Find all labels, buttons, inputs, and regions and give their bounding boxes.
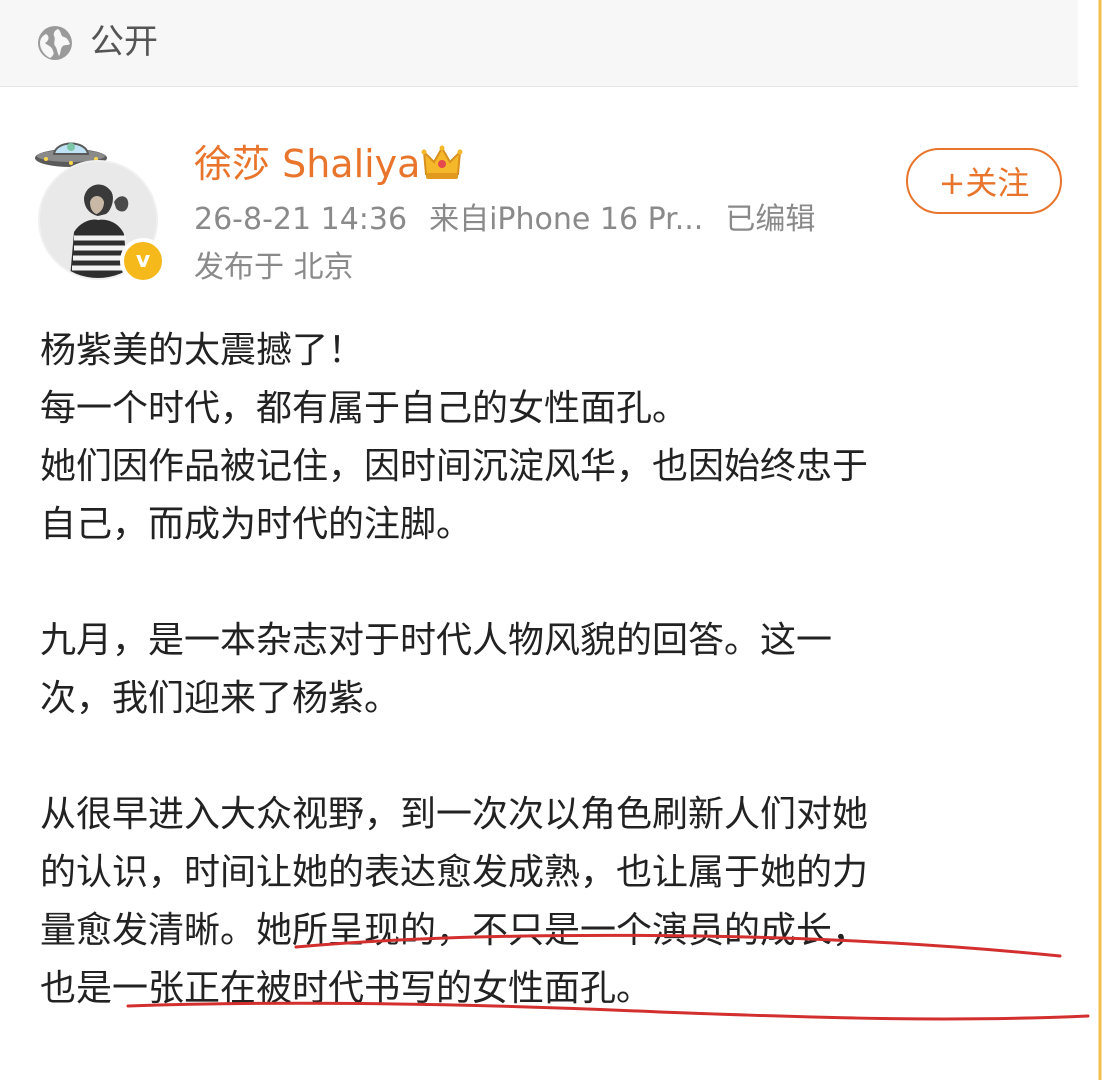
post-line: 从很早进入大众视野，到一次次以角色刷新人们对她	[40, 794, 869, 835]
post-meta: 26-8-21 14:36 来自iPhone 16 Pr... 已编辑	[194, 198, 837, 242]
post-line: 的认识，时间让她的表达愈发成熟，也让属于她的力	[40, 852, 869, 893]
post-line: 她们因作品被记住，因时间沉淀风华，也因始终忠于	[40, 446, 869, 487]
privacy-label: 公开	[90, 22, 158, 62]
globe-icon	[38, 26, 72, 60]
username[interactable]: 徐莎 Shaliya	[194, 136, 420, 192]
post-body: 杨紫美的太震撼了！ 每一个时代，都有属于自己的女性面孔。 她们因作品被记住，因时…	[40, 322, 1070, 1018]
crown-icon[interactable]	[420, 140, 464, 184]
post-source[interactable]: 来自iPhone 16 Pr...	[429, 202, 703, 237]
avatar-group[interactable]: v	[35, 132, 166, 342]
post-location: 发布于 北京	[194, 250, 354, 285]
post-line: 每一个时代，都有属于自己的女性面孔。	[40, 388, 689, 429]
post-line: 自己，而成为时代的注脚。	[40, 504, 473, 545]
edited-label[interactable]: 已编辑	[725, 202, 815, 237]
post-time: 26-8-21 14:36	[194, 202, 408, 237]
privacy-bar[interactable]: 公开	[0, 0, 1104, 87]
post-line: 量愈发清晰。她所呈现的，不只是一个演员的成长，	[40, 910, 869, 951]
follow-button[interactable]: +关注	[906, 148, 1062, 214]
verified-badge-icon: v	[120, 238, 166, 284]
post-line: 也是一张正在被时代书写的女性面孔。	[40, 968, 653, 1009]
post-header: v 徐莎 Shaliya 26-8-21 14:36 来自iPhone 16 Pr…	[0, 100, 1104, 300]
post-line: 次，我们迎来了杨紫。	[40, 678, 401, 719]
post-line: 杨紫美的太震撼了！	[40, 330, 365, 371]
post-line: 九月，是一本杂志对于时代人物风貌的回答。这一	[40, 620, 833, 661]
